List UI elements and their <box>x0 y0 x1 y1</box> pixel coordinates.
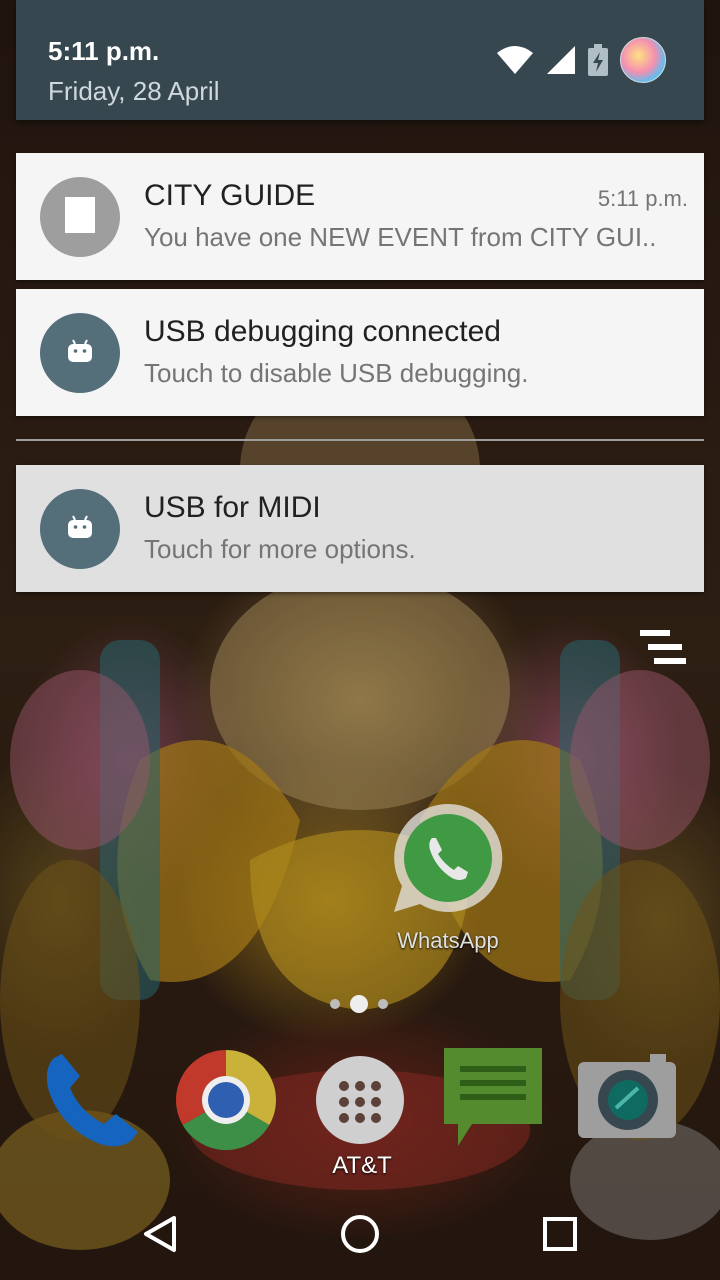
notification-time: 5:11 p.m. <box>597 186 688 211</box>
page-dot <box>330 999 340 1009</box>
notification-divider <box>16 439 704 441</box>
notification-city-guide[interactable]: CITY GUIDE You have one NEW EVENT from C… <box>16 153 704 280</box>
phone-icon <box>40 1054 144 1156</box>
dock-messaging[interactable] <box>442 1048 546 1152</box>
status-icons <box>496 37 666 83</box>
carrier-label: AT&T <box>332 1152 392 1179</box>
notification-icon-circle <box>40 489 120 569</box>
notification-usb-midi[interactable]: USB for MIDI Touch for more options. <box>16 465 704 592</box>
notification-header: 5:11 p.m. Friday, 28 April <box>16 0 704 120</box>
messaging-icon <box>442 1048 546 1156</box>
dock-camera[interactable] <box>576 1048 680 1152</box>
whatsapp-icon <box>388 803 508 922</box>
recents-icon <box>536 1217 584 1262</box>
battery-charging-icon <box>588 44 608 76</box>
dock-chrome[interactable] <box>174 1048 278 1152</box>
avatar[interactable] <box>620 37 666 83</box>
dock-app-drawer[interactable] <box>310 1052 410 1152</box>
clear-all-button[interactable] <box>636 628 690 668</box>
notification-icon-circle <box>40 177 120 257</box>
page-indicator <box>330 994 388 1014</box>
navigation-bar <box>0 1186 720 1280</box>
page-dot <box>378 999 388 1009</box>
notification-title: USB for MIDI <box>144 491 321 524</box>
dock-phone[interactable] <box>40 1048 144 1152</box>
stop-square-icon <box>65 196 95 238</box>
back-button[interactable] <box>136 1210 184 1258</box>
signal-icon <box>546 45 576 75</box>
home-button[interactable] <box>336 1210 384 1258</box>
notification-text: Touch to disable USB debugging. <box>144 358 529 388</box>
android-icon <box>67 339 93 368</box>
camera-icon <box>576 1054 680 1156</box>
recents-button[interactable] <box>536 1210 584 1258</box>
page-dot-active <box>350 995 368 1013</box>
notification-title: USB debugging connected <box>144 315 501 348</box>
back-icon <box>136 1216 184 1262</box>
notification-title: CITY GUIDE <box>144 179 316 212</box>
notification-usb-debugging[interactable]: USB debugging connected Touch to disable… <box>16 289 704 416</box>
clock-time: 5:11 p.m. <box>48 36 160 66</box>
android-icon <box>67 515 93 544</box>
app-label: WhatsApp <box>397 928 499 953</box>
notification-icon-circle <box>40 313 120 393</box>
notification-text: Touch for more options. <box>144 534 416 564</box>
notification-text: You have one NEW EVENT from CITY GUI.. <box>144 222 657 252</box>
date-label[interactable]: Friday, 28 April <box>48 76 219 107</box>
app-whatsapp[interactable]: WhatsApp <box>388 798 508 953</box>
wifi-icon <box>496 45 534 75</box>
chrome-icon <box>174 1050 278 1156</box>
home-icon <box>336 1215 384 1262</box>
